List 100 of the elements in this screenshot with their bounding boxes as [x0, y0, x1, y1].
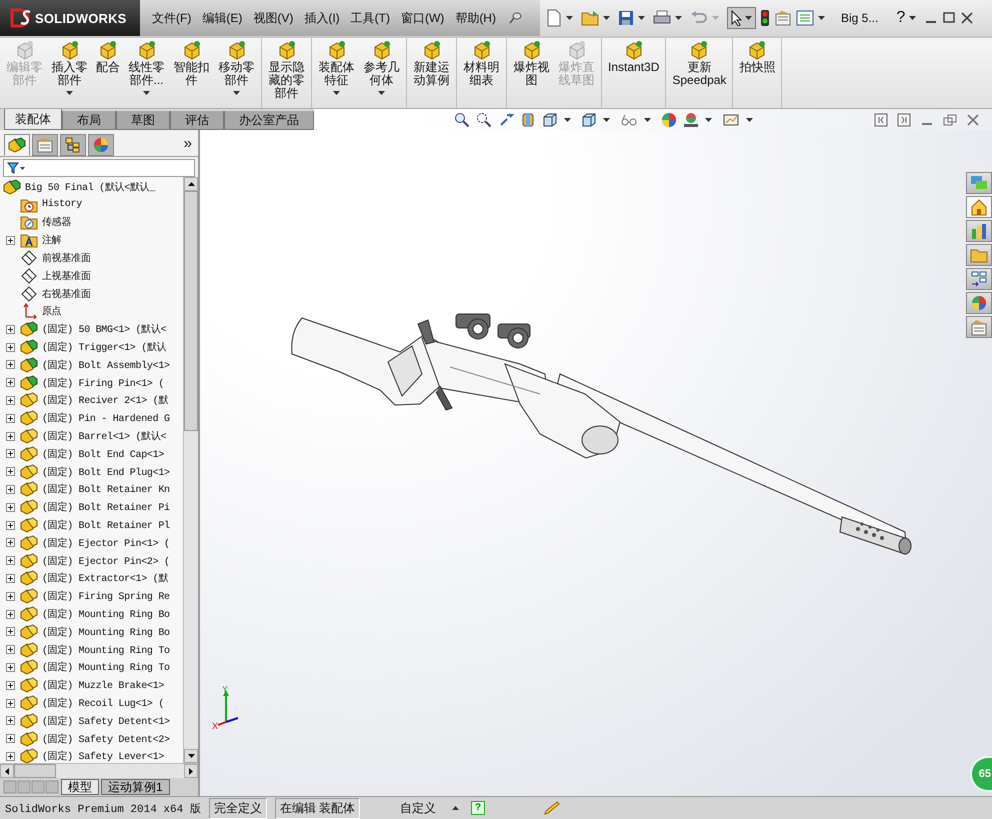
expand-toggle-icon[interactable]	[6, 484, 15, 494]
ribbon-button[interactable]: 新建运动算例	[409, 38, 454, 108]
ribbon-button[interactable]: 配合	[92, 38, 124, 108]
tree-item[interactable]: (固定) Safety Detent<2>	[0, 730, 183, 748]
caret-icon[interactable]	[564, 118, 571, 122]
caret-icon[interactable]	[644, 118, 651, 122]
ribbon-button[interactable]: Instant3D	[604, 38, 664, 108]
menu-item[interactable]: 工具(T)	[350, 10, 390, 26]
expand-toggle-icon[interactable]	[6, 360, 15, 370]
folder-button[interactable]	[966, 244, 992, 266]
custom-properties-button[interactable]	[966, 316, 992, 338]
caret-icon[interactable]	[603, 118, 610, 122]
tree-item[interactable]: (固定) Firing Pin<1> (	[0, 374, 183, 392]
bottom-tab[interactable]: 模型	[61, 779, 99, 795]
menu-item[interactable]: 帮助(H)	[455, 10, 496, 26]
tree-item[interactable]: (固定) Pin - Hardened G	[0, 409, 183, 428]
ribbon-button[interactable]: 材料明细表	[459, 38, 504, 108]
tree-item[interactable]: (固定) Mounting Ring Bo	[0, 622, 183, 641]
caret-icon[interactable]	[675, 16, 682, 20]
expand-toggle-icon[interactable]	[6, 752, 15, 761]
expand-toggle-icon[interactable]	[6, 449, 15, 458]
help-button[interactable]: ?	[471, 801, 486, 815]
expand-toggle-icon[interactable]	[6, 716, 15, 726]
expand-toggle-icon[interactable]	[6, 520, 15, 530]
command-tab[interactable]: 评估	[170, 111, 224, 130]
tree-item[interactable]: (固定) Mounting Ring To	[0, 658, 183, 676]
expand-toggle-icon[interactable]	[6, 236, 15, 245]
command-tab[interactable]: 装配体	[4, 109, 62, 130]
ribbon-button[interactable]: 插入零部件	[47, 38, 92, 108]
tree-item[interactable]: (固定) Extractor<1> (默	[0, 570, 183, 588]
tree-item[interactable]: (固定) Mounting Ring Bo	[0, 605, 183, 623]
new-document-icon[interactable]	[546, 9, 562, 27]
expand-toggle-icon[interactable]	[6, 378, 15, 388]
tree-item[interactable]: (固定) Safety Detent<1>	[0, 712, 183, 730]
zoom-to-fit-icon[interactable]	[454, 112, 470, 128]
home-button[interactable]	[966, 196, 992, 218]
property-manager-tab[interactable]	[32, 134, 58, 156]
tree-item[interactable]: 注解	[0, 231, 183, 250]
horizontal-scrollbar[interactable]	[0, 763, 198, 778]
menu-item[interactable]: 窗口(W)	[400, 10, 444, 26]
ribbon-button[interactable]: 拍快照	[735, 38, 780, 108]
caret-icon[interactable]	[638, 16, 645, 20]
document-name[interactable]: Big 5...	[841, 11, 878, 25]
library-button[interactable]	[966, 220, 992, 242]
resources-button[interactable]	[966, 172, 992, 194]
caret-icon[interactable]	[705, 118, 712, 122]
tree-item[interactable]: (固定) Mounting Ring To	[0, 640, 183, 659]
monitor-icon[interactable]	[722, 112, 740, 128]
expand-toggle-icon[interactable]	[6, 592, 15, 601]
command-tab[interactable]: 办公室产品	[224, 111, 314, 130]
cube-view-icon[interactable]	[542, 112, 558, 128]
menu-item[interactable]: 文件(F)	[152, 10, 192, 26]
menu-item[interactable]: 编辑(E)	[202, 10, 242, 26]
tree-item[interactable]: (固定) 50 BMG<1> (默认<	[0, 320, 183, 338]
caret-icon[interactable]	[746, 118, 753, 122]
vertical-scrollbar[interactable]	[183, 177, 198, 763]
options-icon[interactable]	[774, 10, 792, 26]
tree-item[interactable]: Big 50 Final (默认<默认_	[0, 178, 183, 196]
menu-item[interactable]: 插入(I)	[304, 10, 340, 26]
tree-item[interactable]: (固定) Ejector Pin<1> (	[0, 534, 183, 552]
expand-toggle-icon[interactable]	[6, 556, 15, 566]
printer-icon[interactable]	[653, 10, 671, 26]
tree-item[interactable]: (固定) Ejector Pin<2> (	[0, 552, 183, 570]
palette-button[interactable]	[966, 268, 992, 290]
menu-item[interactable]: 视图(V)	[253, 10, 294, 26]
expand-toggle-icon[interactable]	[6, 467, 15, 476]
ribbon-button[interactable]: 线性零部件...	[124, 38, 169, 108]
scroll-up-icon[interactable]	[188, 182, 194, 186]
expand-toggle-icon[interactable]	[6, 324, 15, 334]
ribbon-button[interactable]: 智能扣件	[169, 38, 214, 108]
caret-icon[interactable]	[909, 16, 916, 20]
save-icon[interactable]	[618, 10, 634, 26]
help-button[interactable]: ?	[896, 9, 906, 27]
list-icon[interactable]	[796, 10, 814, 26]
expand-toggle-icon[interactable]	[6, 662, 15, 672]
feature-tree-tab[interactable]	[4, 134, 30, 156]
select-button[interactable]	[727, 7, 756, 29]
restore-icon[interactable]	[943, 112, 957, 126]
tree-item[interactable]: (固定) Bolt Retainer Pi	[0, 498, 183, 516]
expand-toggle-icon[interactable]	[6, 734, 15, 744]
scene-icon[interactable]	[683, 112, 699, 128]
tree-item[interactable]: History	[0, 196, 183, 214]
configuration-manager-tab[interactable]	[60, 134, 86, 156]
expand-toggle-icon[interactable]	[6, 502, 15, 512]
scroll-right-icon[interactable]	[189, 768, 193, 774]
tree-item[interactable]: (固定) Firing Spring Re	[0, 587, 183, 606]
expand-toggle-icon[interactable]	[6, 698, 15, 708]
maximize-icon[interactable]	[942, 11, 956, 25]
tree-item[interactable]: (固定) Bolt Retainer Kn	[0, 480, 183, 498]
tree-item[interactable]: 前视基准面	[0, 249, 183, 267]
ribbon-button[interactable]: 更新Speedpak	[668, 38, 730, 108]
folder-icon[interactable]	[581, 10, 599, 26]
ribbon-button[interactable]: 爆炸视图	[509, 38, 554, 108]
command-tab[interactable]: 布局	[62, 111, 116, 130]
caret-icon[interactable]	[603, 16, 610, 20]
expand-panel-button[interactable]: »	[184, 134, 192, 152]
zoom-area-icon[interactable]	[476, 112, 492, 128]
traffic-light-icon[interactable]	[760, 9, 770, 27]
expand-toggle-icon[interactable]	[6, 574, 15, 583]
expand-toggle-icon[interactable]	[6, 680, 15, 690]
